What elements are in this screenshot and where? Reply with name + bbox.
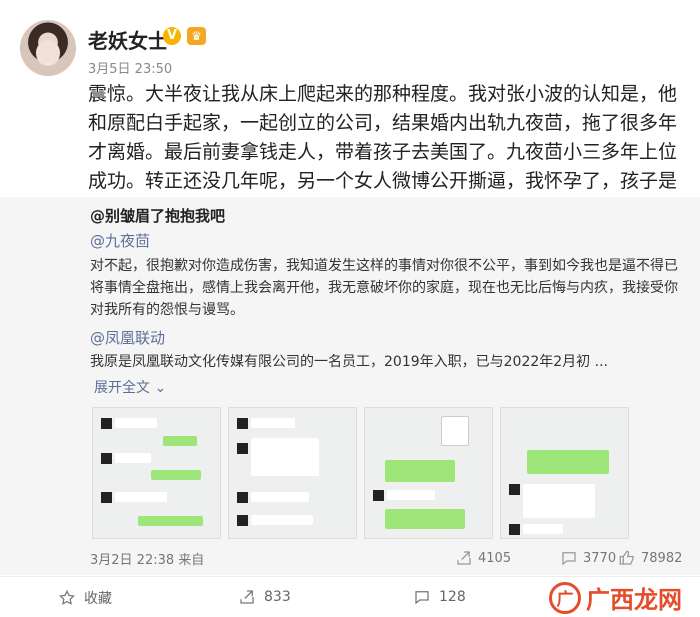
avatar[interactable] (20, 20, 76, 76)
comment-button[interactable]: 128 (413, 588, 466, 606)
chat-screenshot-thumbnail[interactable] (228, 407, 357, 539)
share-button[interactable]: 833 (238, 588, 291, 606)
watermark-text: 广西龙网 (586, 586, 682, 614)
chat-screenshot-thumbnail[interactable] (364, 407, 493, 539)
share-icon (240, 590, 254, 604)
repost-footer: 3月2日 22:38 来自 4105 3770 78982 (90, 549, 690, 569)
guangxi-longwang-watermark: 广 广西龙网 (549, 580, 682, 615)
mention-fenghuang[interactable]: @凤凰联动 (90, 327, 165, 348)
expand-full-text[interactable]: 展开全文 ⌄ (94, 377, 166, 397)
reposted-weibo[interactable]: @别皱眉了抱抱我吧 @九夜茴 对不起，很抱歉对你造成伤害，我知道发生这样的事情对… (0, 197, 700, 575)
comments-count: 128 (439, 589, 466, 605)
shares-count: 833 (264, 589, 291, 605)
repost-share-button[interactable]: 4105 (455, 549, 511, 567)
image-grid (92, 407, 632, 539)
chat-screenshot-thumbnail[interactable] (92, 407, 221, 539)
gold-verified-badge-icon: V (163, 27, 181, 45)
repost-comments-count: 3770 (583, 550, 617, 566)
repost-comment-button[interactable]: 3770 (560, 549, 616, 567)
repost-text-2: 我原是凤凰联动文化传媒有限公司的一名员工，2019年入职，已与2022年2月初 … (90, 354, 608, 370)
thumbs-up-icon (619, 550, 634, 565)
favorite-label: 收藏 (84, 591, 112, 607)
share-icon (457, 551, 471, 565)
star-icon (59, 589, 75, 605)
favorite-button[interactable]: 收藏 (58, 588, 112, 608)
repost-likes-count: 78982 (641, 550, 683, 566)
repost-author[interactable]: @别皱眉了抱抱我吧 (90, 205, 225, 226)
comment-icon (562, 552, 576, 566)
comment-icon (415, 591, 429, 605)
mention-jiuyehui[interactable]: @九夜茴 (90, 230, 150, 251)
chat-screenshot-thumbnail[interactable] (500, 407, 629, 539)
post-author[interactable]: 老妖女士 (88, 25, 168, 54)
watermark-logo-icon: 广 (549, 581, 581, 614)
weibo-post: 老妖女士 V ♛ 3月5日 23:50 震惊。大半夜让我从床上爬起来的那种程度。… (0, 0, 700, 617)
repost-text-1: 对不起，很抱歉对你造成伤害，我知道发生这样的事情对你很不公平，事到如今我也是逼不… (90, 258, 678, 318)
post-time[interactable]: 3月5日 23:50 (88, 58, 172, 77)
chevron-down-icon: ⌄ (154, 380, 167, 396)
repost-time[interactable]: 3月2日 22:38 来自 (90, 549, 204, 568)
repost-shares-count: 4105 (478, 550, 512, 566)
repost-like-button[interactable]: 78982 (618, 549, 682, 567)
expand-label: 展开全文 (94, 380, 150, 396)
vip-badge-icon: ♛ (187, 27, 206, 45)
